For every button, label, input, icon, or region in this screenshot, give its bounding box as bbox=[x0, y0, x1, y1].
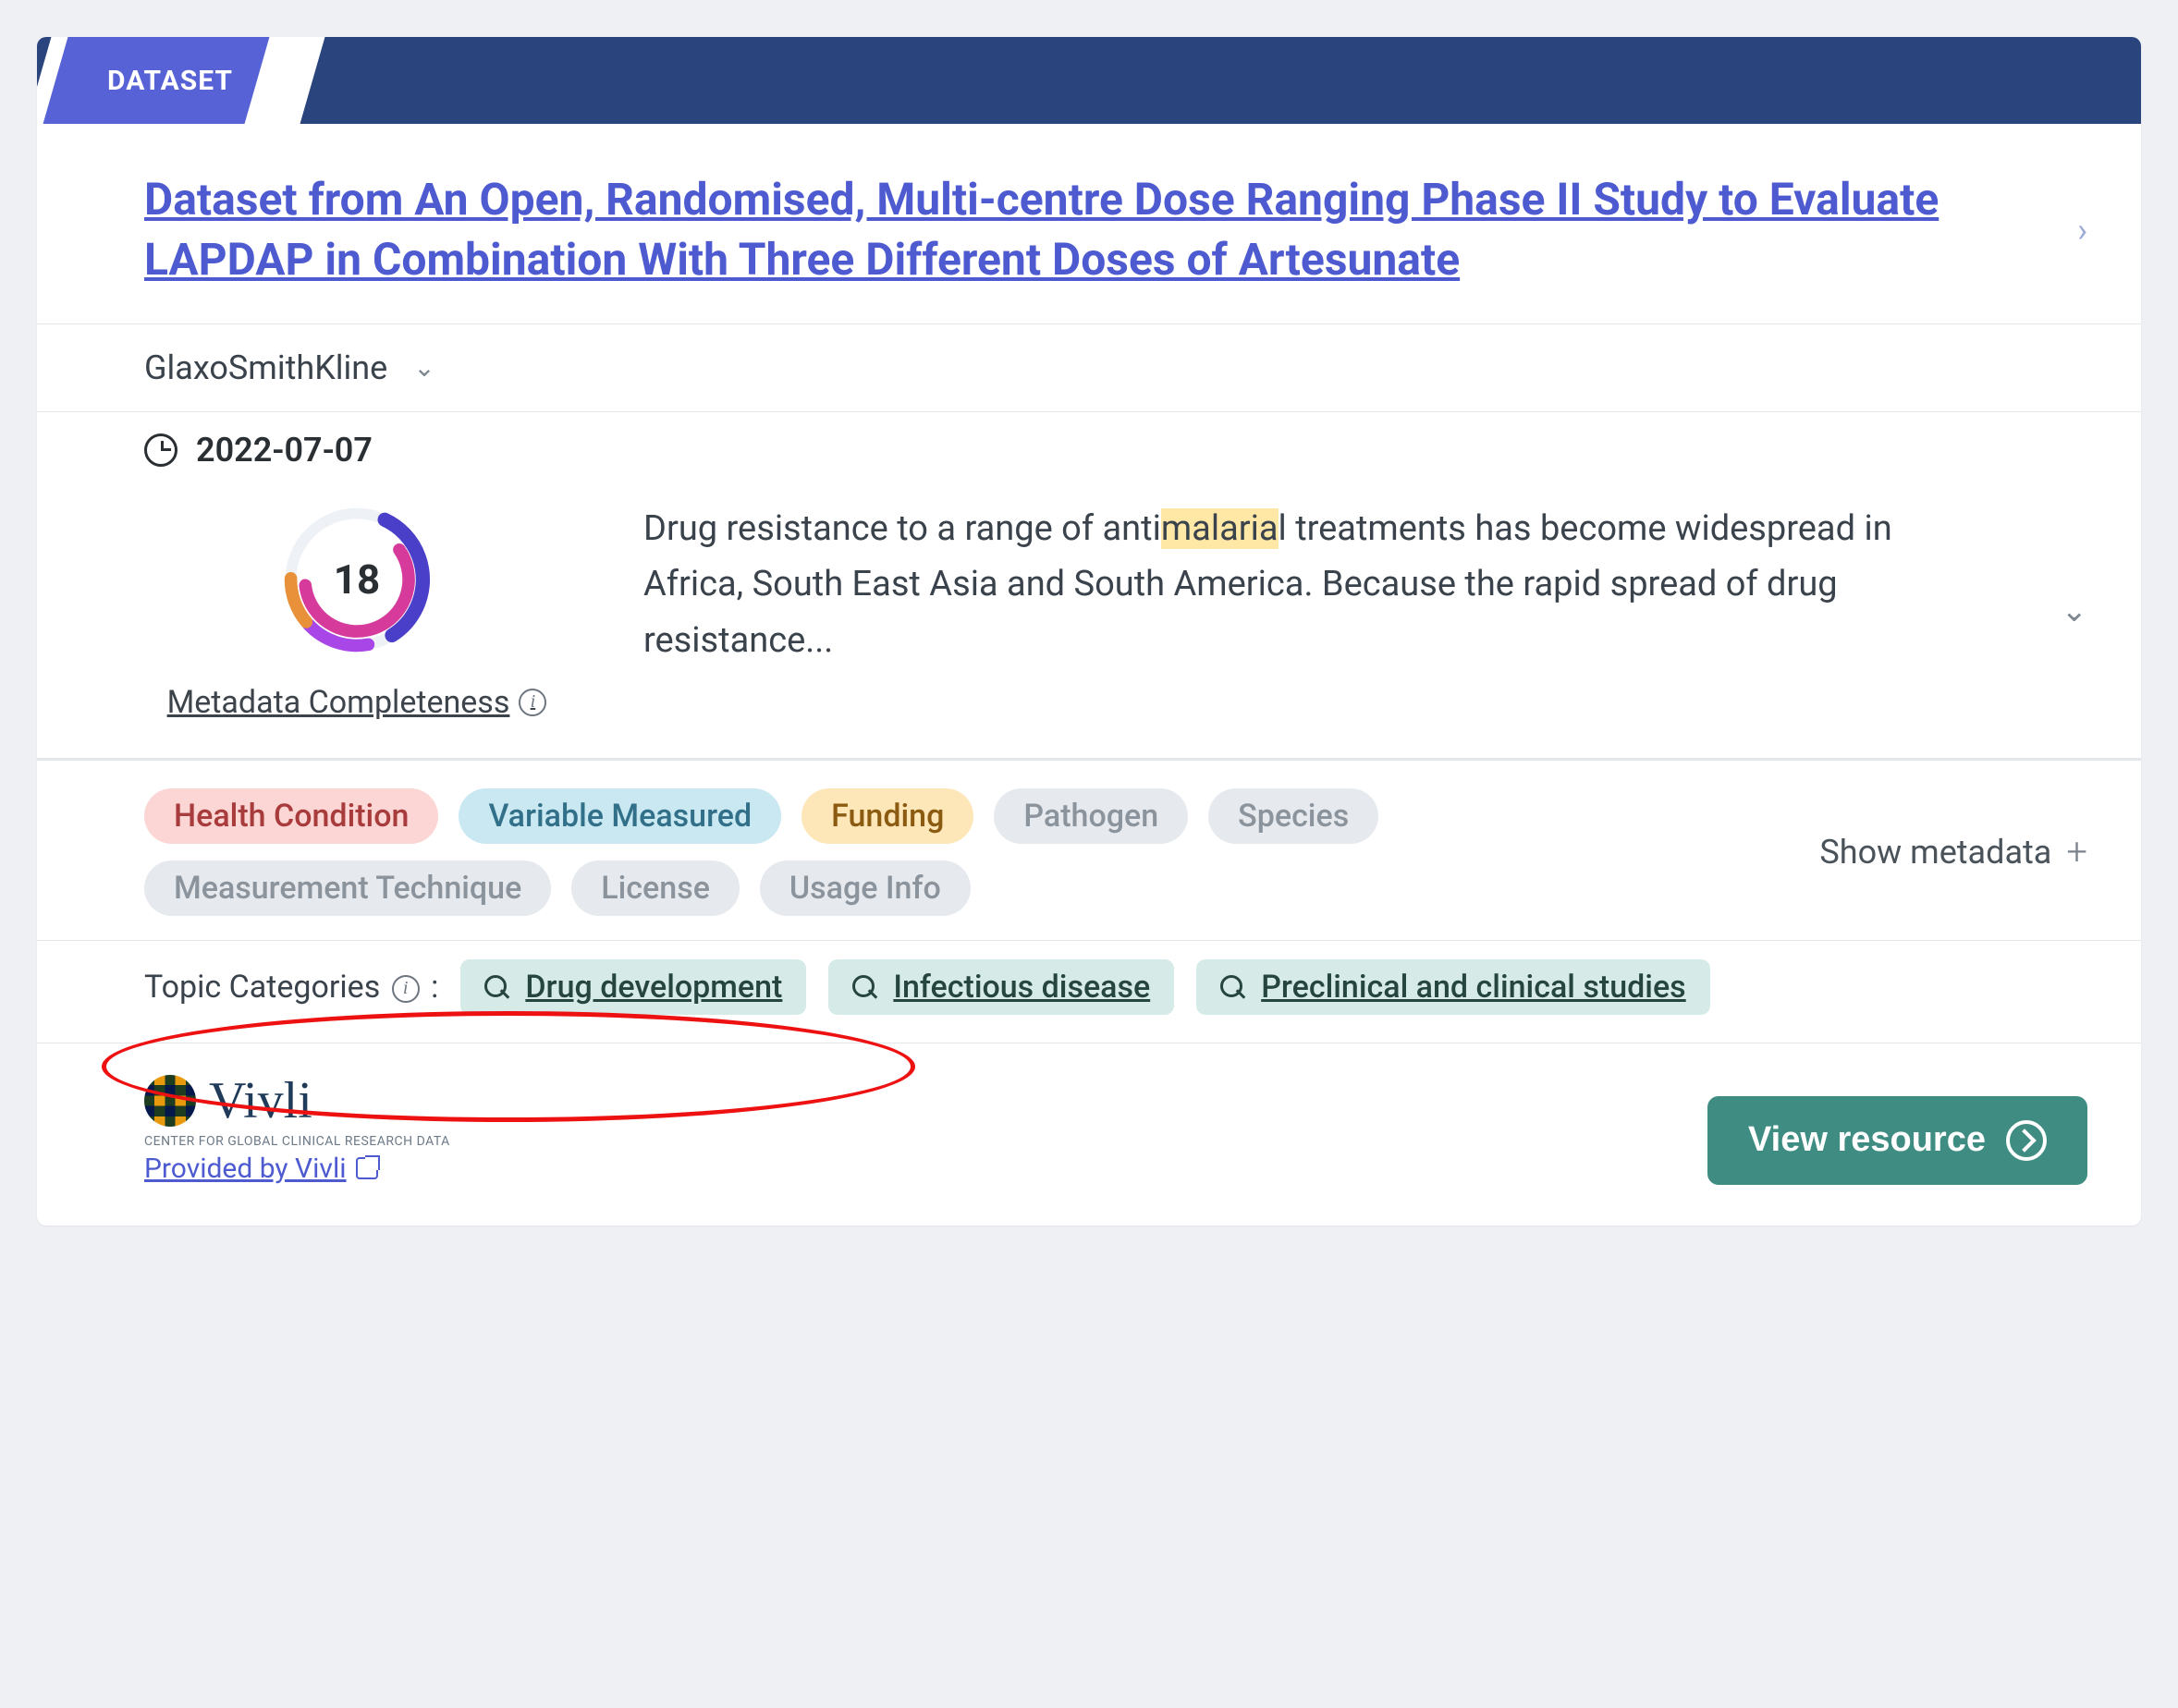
view-resource-button[interactable]: View resource bbox=[1707, 1096, 2087, 1185]
completeness-score: 18 bbox=[278, 501, 435, 658]
card-footer: Vivli CENTER FOR GLOBAL CLINICAL RESEARC… bbox=[37, 1043, 2141, 1226]
metadata-tag[interactable]: Measurement Technique bbox=[144, 860, 551, 916]
topic-chip[interactable]: Drug development bbox=[460, 959, 806, 1015]
provider-link[interactable]: Provided by Vivli bbox=[144, 1153, 450, 1185]
vivli-mark-icon bbox=[144, 1075, 196, 1127]
dataset-title-link[interactable]: Dataset from An Open, Randomised, Multi-… bbox=[144, 170, 2040, 290]
highlighted-term: malaria bbox=[1161, 508, 1279, 549]
completeness-label-link[interactable]: Metadata Completeness i bbox=[167, 684, 547, 721]
search-icon bbox=[852, 975, 876, 999]
description-text: Drug resistance to a range of antimalari… bbox=[643, 501, 1988, 669]
clock-icon bbox=[144, 433, 177, 467]
search-icon bbox=[484, 975, 508, 999]
organization-row[interactable]: GlaxoSmithKline ⌄ bbox=[37, 324, 2141, 412]
search-icon bbox=[1220, 975, 1244, 999]
chevron-right-icon: › bbox=[2077, 211, 2087, 250]
metadata-tag[interactable]: Pathogen bbox=[994, 788, 1188, 844]
metadata-tag[interactable]: Species bbox=[1208, 788, 1378, 844]
metadata-tag[interactable]: Funding bbox=[801, 788, 973, 844]
metadata-tag[interactable]: License bbox=[571, 860, 740, 916]
info-icon: i bbox=[519, 689, 546, 716]
provider-logo: Vivli bbox=[144, 1071, 450, 1130]
info-icon: i bbox=[392, 975, 420, 1003]
organization-name: GlaxoSmithKline bbox=[144, 348, 387, 387]
provider-subtitle: CENTER FOR GLOBAL CLINICAL RESEARCH DATA bbox=[144, 1134, 450, 1149]
topic-categories-row: Topic Categories i : Drug development Inf… bbox=[37, 941, 2141, 1043]
topic-chip[interactable]: Infectious disease bbox=[828, 959, 1174, 1015]
provider-name: Vivli bbox=[209, 1071, 312, 1130]
metadata-tag[interactable]: Variable Measured bbox=[459, 788, 781, 844]
arrow-right-circle-icon bbox=[2006, 1120, 2047, 1161]
chevron-down-icon: ⌄ bbox=[413, 352, 434, 383]
external-link-icon bbox=[356, 1157, 378, 1179]
completeness-block: 18 Metadata Completeness i bbox=[144, 501, 569, 721]
provider-block: Vivli CENTER FOR GLOBAL CLINICAL RESEARC… bbox=[144, 1071, 450, 1185]
type-badge: DATASET bbox=[74, 37, 277, 124]
show-metadata-toggle[interactable]: Show metadata + bbox=[1819, 830, 2087, 873]
chevron-down-icon[interactable]: ⌄ bbox=[2062, 592, 2088, 629]
date-value: 2022-07-07 bbox=[196, 431, 373, 470]
metadata-tag[interactable]: Usage Info bbox=[760, 860, 971, 916]
description-row: 18 Metadata Completeness i Drug resistan… bbox=[37, 488, 2141, 761]
completeness-donut: 18 bbox=[278, 501, 435, 658]
title-section: Dataset from An Open, Randomised, Multi-… bbox=[37, 124, 2141, 324]
metadata-tags-row: Health Condition Variable Measured Funding… bbox=[37, 761, 2141, 941]
metadata-tag[interactable]: Health Condition bbox=[144, 788, 438, 844]
plus-icon: + bbox=[2066, 830, 2087, 873]
topics-label: Topic Categories i : bbox=[144, 969, 438, 1006]
date-row: 2022-07-07 bbox=[37, 412, 2141, 488]
type-badge-label: DATASET bbox=[74, 37, 277, 124]
card-header: DATASET bbox=[37, 37, 2141, 124]
dataset-card: DATASET Dataset from An Open, Randomised… bbox=[37, 37, 2141, 1226]
topic-chip[interactable]: Preclinical and clinical studies bbox=[1196, 959, 1709, 1015]
metadata-tags-wrap: Health Condition Variable Measured Funding… bbox=[144, 788, 1792, 916]
